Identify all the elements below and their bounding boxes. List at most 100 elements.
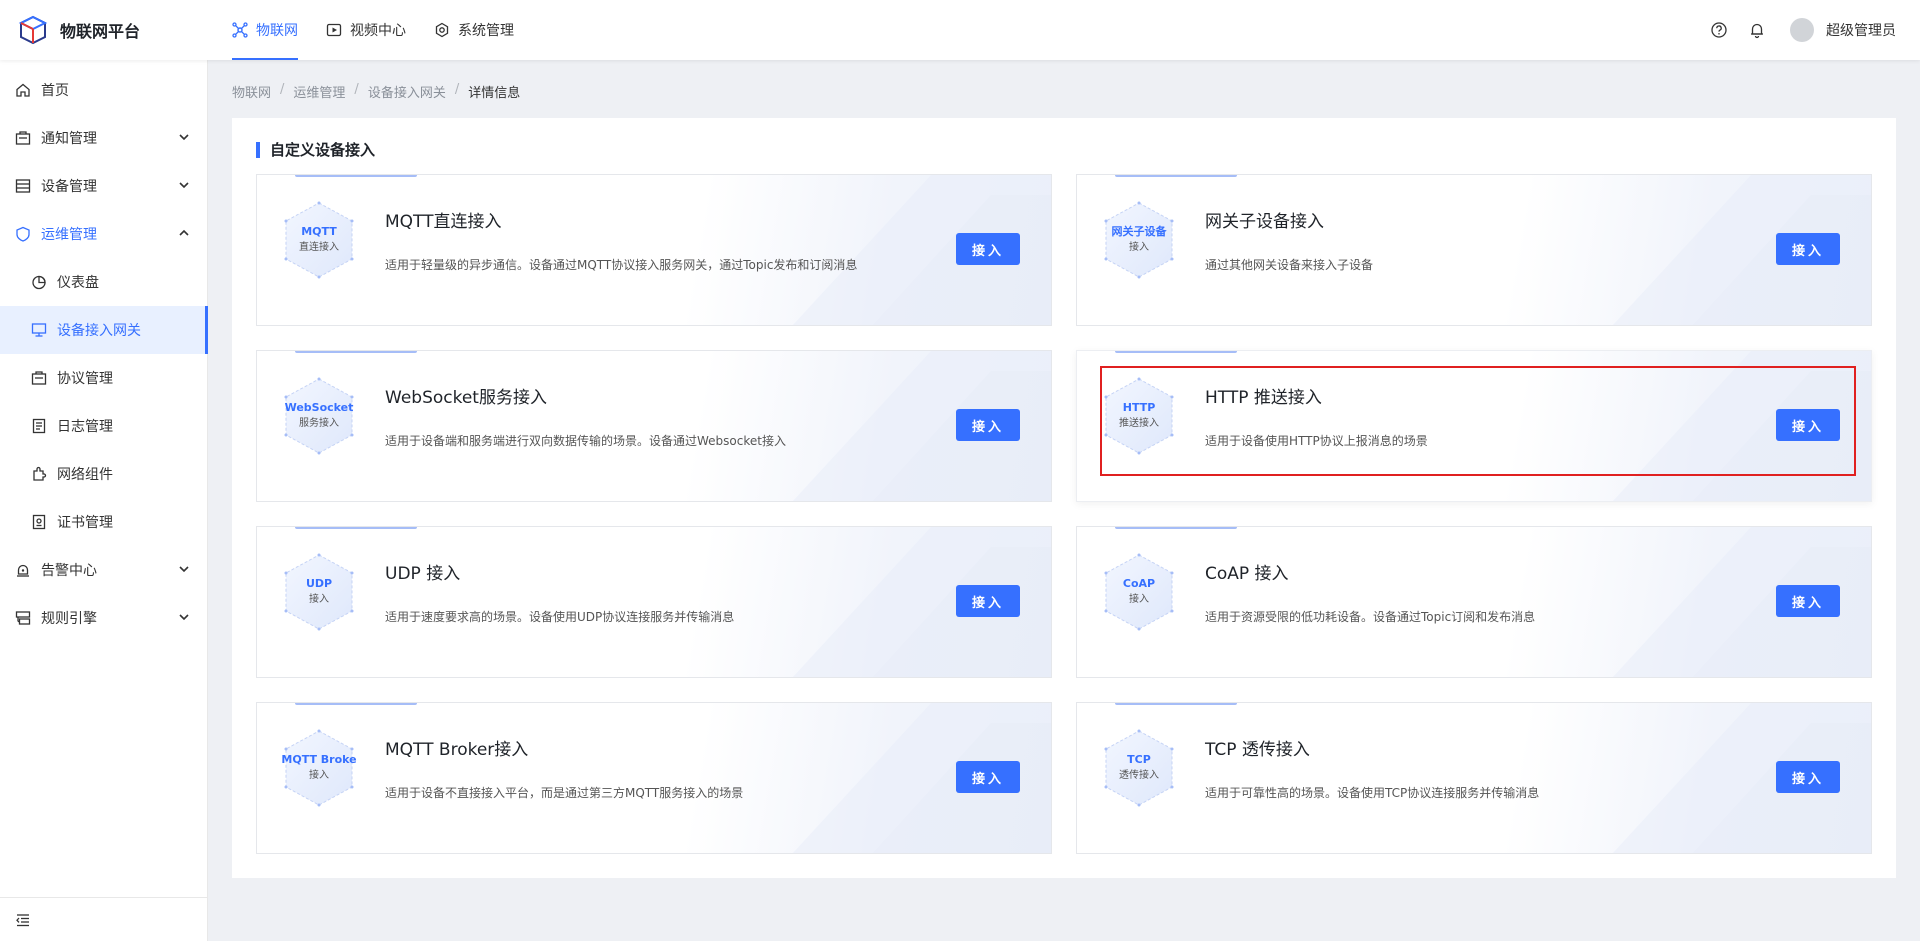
hex-badge-subtitle: 推送接入 [1119,418,1159,429]
sidebar-item-label: 首页 [41,83,69,99]
card-title: 网关子设备接入 [1205,212,1324,232]
help-icon[interactable] [1710,21,1728,39]
access-card-mqtt-broker[interactable]: MQTT Broke 接入 MQTT Broker接入 适用于设备不直接接入平台，而是… [256,702,1052,854]
connect-button[interactable]: 接入 [1776,761,1840,793]
logo[interactable]: 物联网平台 [18,15,140,45]
access-card-websocket[interactable]: WebSocket 服务接入 WebSocket服务接入 适用于设备端和服务端进行双向… [256,350,1052,502]
card-top-accent [1115,703,1237,705]
chevron-down-icon [178,179,190,191]
top-header: 物联网平台 物联网 视频中心 系统管理 超级管理员 [0,0,1920,60]
chevron-up-icon [178,227,190,239]
breadcrumb-item[interactable]: 运维管理 [293,82,345,101]
card-title: MQTT直连接入 [385,212,502,232]
hex-badge-title: TCP [1127,753,1151,766]
sidebar-item-alarm[interactable]: 告警中心 [0,546,208,594]
connect-button[interactable]: 接入 [1776,409,1840,441]
connect-button[interactable]: 接入 [1776,585,1840,617]
username[interactable]: 超级管理员 [1826,20,1896,40]
iot-icon [232,22,248,38]
menu-collapse-icon[interactable] [15,912,31,928]
connect-button[interactable]: 接入 [956,585,1020,617]
connect-button[interactable]: 接入 [956,761,1020,793]
connect-button[interactable]: 接入 [1776,233,1840,265]
sidebar-item-log[interactable]: 日志管理 [0,402,208,450]
sidebar-item-label: 设备接入网关 [57,323,141,339]
sidebar-item-dashboard[interactable]: 仪表盘 [0,258,208,306]
top-nav: 物联网 视频中心 系统管理 [232,0,542,60]
hex-badge-title: MQTT [301,225,337,238]
sidebar-item-ops[interactable]: 运维管理 [0,210,208,258]
card-title: CoAP 接入 [1205,564,1289,584]
sidebar-item-label: 运维管理 [41,227,97,243]
sidebar-item-label: 仪表盘 [57,275,99,291]
card-top-accent [1115,527,1237,529]
card-title: WebSocket服务接入 [385,388,547,408]
card-title: UDP 接入 [385,564,461,584]
sidebar-item-label: 通知管理 [41,131,97,147]
sidebar-item-label: 协议管理 [57,371,113,387]
access-card-http[interactable]: HTTP 推送接入 HTTP 推送接入适用于设备使用HTTP协议上报消息的场景 接入 [1076,350,1872,502]
hex-badge-title: MQTT Broke [281,753,357,766]
card-description: 适用于设备端和服务端进行双向数据传输的场景。设备通过Websocket接入 [385,434,786,448]
sidebar-item-label: 日志管理 [57,419,113,435]
settings-icon [434,22,450,38]
gateway-icon [31,322,47,338]
access-card-udp[interactable]: UDP 接入 UDP 接入 适用于速度要求高的场景。设备使用UDP协议连接服务并传输消… [256,526,1052,678]
card-description: 适用于设备使用HTTP协议上报消息的场景 [1205,434,1428,448]
card-top-accent [295,703,417,705]
access-card-mqtt[interactable]: MQTT 直连接入 MQTT直连接入 适用于轻量级的异步通信。设备通过MQTT协议接入… [256,174,1052,326]
card-description: 适用于速度要求高的场景。设备使用UDP协议连接服务并传输消息 [385,610,735,624]
card-top-accent [1115,175,1237,177]
hex-badge-title: CoAP [1122,577,1156,590]
hex-badge-title: HTTP [1122,401,1156,414]
device-icon [15,178,31,194]
sidebar: 首页 通知管理 设备管理 运维管理 仪表盘 设备接入网关 协议管理 日志管理 网… [0,60,208,941]
sidebar-item-rule[interactable]: 规则引擎 [0,594,208,642]
card-title: HTTP 推送接入 [1205,388,1322,408]
logo-text: 物联网平台 [60,22,141,41]
sidebar-item-network[interactable]: 网络组件 [0,450,208,498]
sidebar-item-protocol[interactable]: 协议管理 [0,354,208,402]
sidebar-item-label: 规则引擎 [41,611,97,627]
home-icon [15,82,31,98]
card-description: 通过其他网关设备来接入子设备 [1205,258,1374,272]
sidebar-item-certificate[interactable]: 证书管理 [0,498,208,546]
hex-badge-subtitle: 接入 [309,770,329,781]
hex-badge-subtitle: 服务接入 [299,418,339,429]
card-top-accent [1115,351,1237,353]
rule-icon [15,610,31,626]
sidebar-item-home[interactable]: 首页 [0,66,208,114]
sidebar-item-device[interactable]: 设备管理 [0,162,208,210]
sidebar-item-gateway[interactable]: 设备接入网关 [0,306,208,354]
hex-badge-subtitle: 接入 [309,594,329,605]
connect-button[interactable]: 接入 [956,233,1020,265]
hex-badge-title: 网关子设备 [1111,225,1167,238]
nav-video[interactable]: 视频中心 [326,0,406,60]
breadcrumb-item[interactable]: 物联网 [232,82,271,101]
nav-iot[interactable]: 物联网 [232,0,298,60]
card-description: 适用于资源受限的低功耗设备。设备通过Topic订阅和发布消息 [1205,610,1536,624]
bell-icon[interactable] [1748,21,1766,39]
log-icon [31,418,47,434]
hex-badge-subtitle: 透传接入 [1119,770,1159,781]
card-title: TCP 透传接入 [1205,740,1310,760]
main-panel: 自定义设备接入 MQTT 直连接入 MQTT直连接入 适用于轻量级的异步通信。设备通过… [232,118,1896,878]
nav-system[interactable]: 系统管理 [434,0,514,60]
connect-button[interactable]: 接入 [956,409,1020,441]
hex-badge-title: WebSocket [284,401,354,414]
access-card-coap[interactable]: CoAP 接入 CoAP 接入适用于资源受限的低功耗设备。设备通过Topic订阅和发… [1076,526,1872,678]
section-title: 自定义设备接入 [256,142,375,158]
card-top-accent [295,527,417,529]
access-card-gateway-subdevice[interactable]: 网关子设备 接入 网关子设备接入 通过其他网关设备来接入子设备 接入 [1076,174,1872,326]
card-title: MQTT Broker接入 [385,740,529,760]
breadcrumb-item[interactable]: 设备接入网关 [368,82,446,101]
sidebar-item-label: 网络组件 [57,467,113,483]
video-icon [326,22,342,38]
sidebar-item-notification[interactable]: 通知管理 [0,114,208,162]
avatar[interactable] [1790,18,1814,42]
hex-badge-subtitle: 接入 [1129,594,1149,605]
header-right: 超级管理员 [1690,0,1896,60]
alarm-icon [15,562,31,578]
access-card-tcp[interactable]: TCP 透传接入 TCP 透传接入 适用于可靠性高的场景。设备使用TCP协议连接服务并… [1076,702,1872,854]
nav-video-label: 视频中心 [350,23,406,39]
